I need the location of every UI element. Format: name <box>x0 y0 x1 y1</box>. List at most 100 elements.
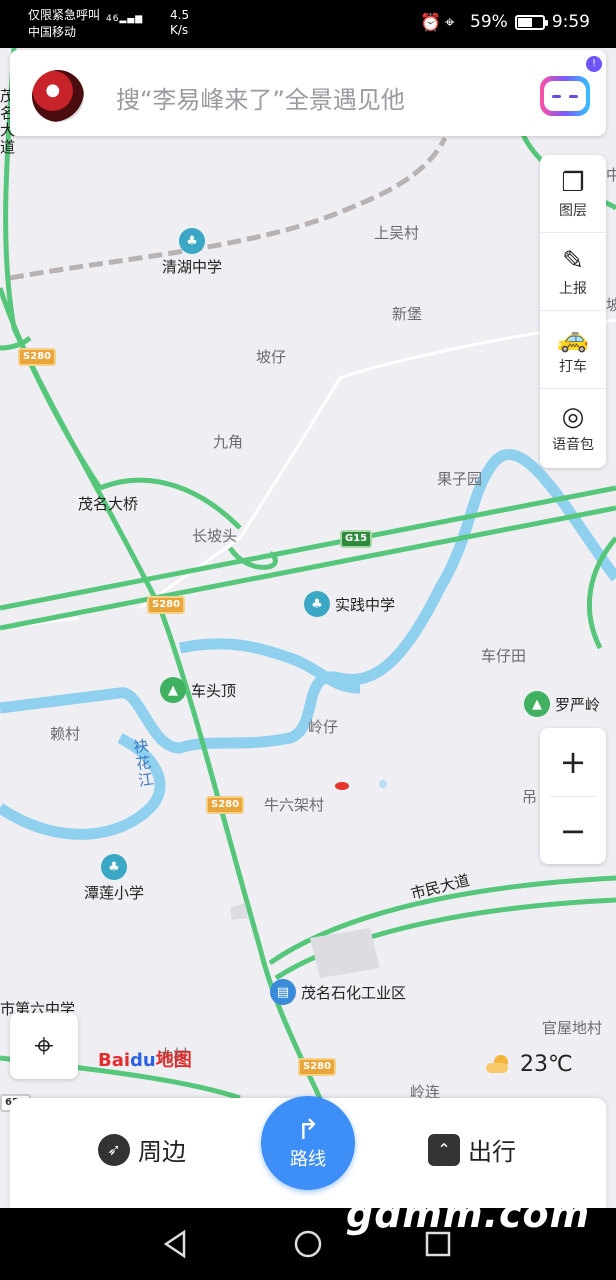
poi-name: 罗严岭 <box>555 695 601 714</box>
place-label[interactable]: 长坡头 <box>192 525 237 546</box>
nearby-button[interactable]: ➶ 周边 <box>98 1132 186 1167</box>
crosshair-icon: ⌖ <box>34 1026 54 1066</box>
layers-button[interactable]: ❐ 图层 <box>540 155 606 233</box>
mountain-icon: ▲ <box>160 677 186 703</box>
search-input[interactable]: 搜“李易峰来了”全景遇见他 <box>116 80 405 115</box>
travel-icon: ⌃ <box>428 1133 460 1166</box>
place-label[interactable]: 中 <box>606 164 616 185</box>
place-label[interactable]: 吊 <box>522 786 537 807</box>
report-icon: ✎ <box>562 245 584 276</box>
zoom-out-button[interactable]: − <box>540 797 606 865</box>
location-icon: ⌖ <box>445 13 455 33</box>
road-shield: S280 <box>147 596 186 614</box>
taxi-icon: 🚕 <box>556 323 590 354</box>
route-arrow-icon: ↱ <box>296 1113 320 1146</box>
back-icon[interactable] <box>158 1226 194 1262</box>
carrier-info: 仅限紧急呼叫 中国移动 <box>28 7 100 41</box>
taxi-label: 打车 <box>559 358 587 375</box>
industrial-block <box>230 903 248 920</box>
clock: 9:59 <box>551 12 590 32</box>
poi-school[interactable]: ♣ 实践中学 <box>304 591 395 617</box>
layers-icon: ❐ <box>561 167 585 198</box>
road-shield: G15 <box>340 530 373 548</box>
map-tools-panel: ❐ 图层 ✎ 上报 🚕 打车 ◎ 语音包 <box>540 155 606 468</box>
notification-badge: ! <box>586 56 602 72</box>
place-label[interactable]: 果子园 <box>437 468 482 489</box>
route-button[interactable]: ↱ 路线 <box>261 1096 355 1190</box>
location-marker <box>335 782 349 790</box>
poi-building[interactable]: ▤ 茂名石化工业区 <box>270 979 406 1005</box>
battery-icon <box>514 14 548 30</box>
voice-assistant-button[interactable] <box>540 76 590 116</box>
place-label[interactable]: 坡 <box>606 294 616 315</box>
place-label[interactable]: 坡仔 <box>256 346 286 367</box>
school-icon: ♣ <box>179 228 205 254</box>
school-icon: ♣ <box>304 591 330 617</box>
network-type: 46 <box>106 14 120 24</box>
bridge-label[interactable]: 茂名大桥 <box>78 493 138 514</box>
place-label[interactable]: 牛六架村 <box>264 794 324 815</box>
layers-label: 图层 <box>559 202 587 219</box>
poi-school[interactable]: ♣ 潭莲小学 <box>84 854 144 903</box>
taxi-button[interactable]: 🚕 打车 <box>540 311 606 389</box>
poi-name: 实践中学 <box>335 595 396 614</box>
voice-pack-icon: ◎ <box>561 402 585 432</box>
weather-widget[interactable]: 23℃ <box>486 1052 573 1077</box>
watermark: gdmm.com <box>346 1192 591 1236</box>
poi-park[interactable]: ▲ 罗严岭 <box>524 691 600 717</box>
voice-pack-button[interactable]: ◎ 语音包 <box>540 389 606 467</box>
speed-unit: K/s <box>170 23 189 37</box>
signal-icon: 46▂▄▆ <box>106 14 144 24</box>
report-button[interactable]: ✎ 上报 <box>540 233 606 311</box>
map-canvas <box>0 48 616 1149</box>
search-bar[interactable]: 搜“李易峰来了”全景遇见他 ! <box>10 50 606 136</box>
voice-pack-label: 语音包 <box>552 437 594 453</box>
place-label[interactable]: 赖村 <box>50 723 80 744</box>
poi-park[interactable]: ▲ 车头顶 <box>160 677 236 703</box>
nearby-label: 周边 <box>138 1138 186 1166</box>
travel-label: 出行 <box>468 1138 516 1166</box>
alarm-icon: ⏰ <box>420 13 442 33</box>
zoom-control: + − <box>540 728 606 864</box>
home-icon[interactable] <box>290 1226 326 1262</box>
school-icon: ♣ <box>101 854 127 880</box>
battery-fill <box>517 17 532 27</box>
status-right: ⏰ ⌖ 59% 9:59 <box>420 12 590 33</box>
place-label[interactable]: 官屋地村 <box>542 1017 602 1038</box>
network-speed: 4.5 K/s <box>170 8 189 38</box>
place-label[interactable]: 九角 <box>213 431 243 452</box>
poi-name: 潭莲小学 <box>84 884 145 902</box>
temperature: 23℃ <box>520 1052 573 1077</box>
locate-button[interactable]: ⌖ <box>10 1013 78 1079</box>
assistant-icon <box>544 81 586 111</box>
zoom-in-button[interactable]: + <box>540 728 606 796</box>
road-shield: S280 <box>206 796 245 814</box>
map-view[interactable]: 上吴村 新堡 坡仔 九角 果子园 长坡头 车仔田 赖村 岭仔 牛六架村 官屋地村… <box>0 48 616 1208</box>
road-shield: S280 <box>18 348 57 366</box>
emergency-text: 仅限紧急呼叫 <box>28 8 101 22</box>
report-label: 上报 <box>559 280 587 297</box>
mountain-icon: ▲ <box>524 691 550 717</box>
road-shield: S280 <box>298 1058 337 1076</box>
building-icon: ▤ <box>270 979 296 1005</box>
place-label[interactable]: 车仔田 <box>481 645 526 666</box>
side-road <box>0 287 103 490</box>
battery-percent: 59% <box>470 12 508 32</box>
compass-icon: ➶ <box>98 1133 130 1166</box>
poi-name: 清湖中学 <box>162 258 223 276</box>
poi-name: 茂名石化工业区 <box>301 983 407 1002</box>
place-label[interactable]: 岭仔 <box>308 716 338 737</box>
route-label: 路线 <box>290 1149 326 1170</box>
avatar[interactable] <box>32 70 84 122</box>
place-label[interactable]: 新堡 <box>392 303 422 324</box>
status-bar: 仅限紧急呼叫 中国移动 46▂▄▆ 4.5 K/s ⏰ ⌖ 59% 9:59 <box>0 0 616 48</box>
partly-cloudy-icon <box>486 1054 510 1075</box>
poi-school[interactable]: ♣ 清湖中学 <box>162 228 222 277</box>
railway-line <box>9 136 448 281</box>
baidu-map-logo: Baidu地图 <box>98 1050 192 1071</box>
speed-value: 4.5 <box>170 8 190 22</box>
travel-button[interactable]: ⌃ 出行 <box>428 1132 516 1167</box>
place-label[interactable]: 上吴村 <box>374 222 419 243</box>
carrier-name: 中国移动 <box>28 25 77 39</box>
poi-name: 车头顶 <box>191 681 237 700</box>
